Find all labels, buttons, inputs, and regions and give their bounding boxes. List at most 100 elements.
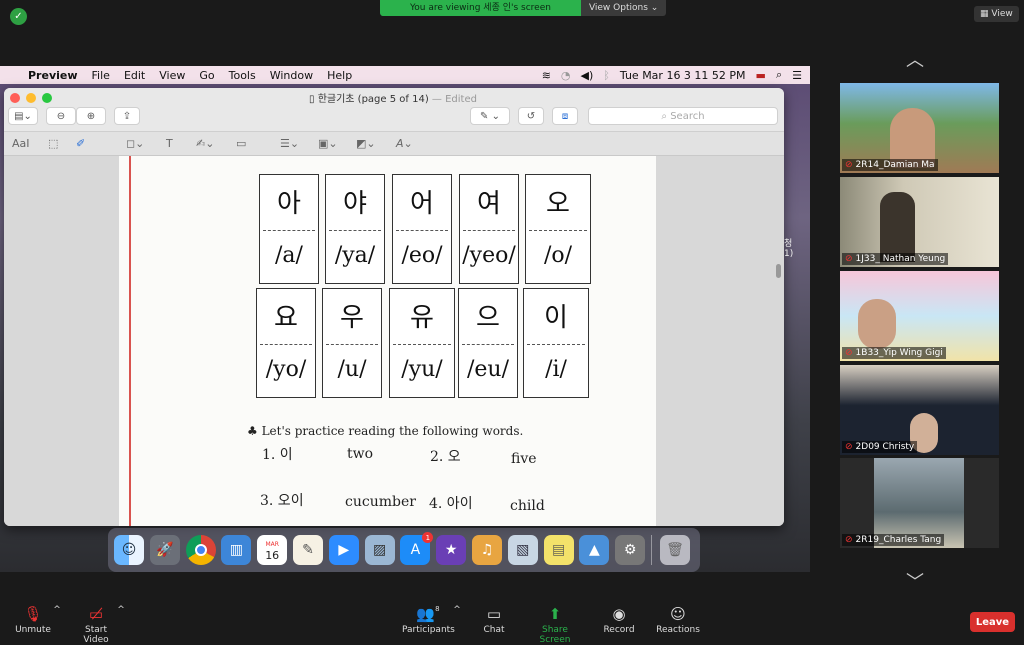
stickies-icon[interactable]: ▤ [543,535,574,565]
sidebar-toggle-button[interactable]: ▤⌄ [8,107,38,125]
finder-icon[interactable]: ☺ [114,535,144,565]
participant-tile[interactable]: ⊘ 2R19_Charles Tang [840,458,999,548]
zoom-in-button[interactable]: ⊕ [76,107,106,125]
share-screen-button[interactable]: ⬆ Share Screen [526,605,584,645]
sign-icon[interactable]: ✍⌄ [196,137,214,150]
shapes-icon[interactable]: ◻⌄ [126,137,144,150]
view-button[interactable]: ▦ View [974,6,1019,22]
text-style-button[interactable]: AaI [12,137,30,150]
markup-pen-button[interactable]: ✎ ⌄ [470,107,510,125]
text-style-icon[interactable]: A⌄ [396,137,413,150]
textedit-icon[interactable]: ✎ [292,535,323,565]
menu-view[interactable]: View [159,69,185,82]
garageband-icon[interactable]: ♫ [471,535,502,565]
practice-word-meaning: five [511,451,537,467]
hangul-char: 여 [477,189,501,219]
participant-name-text: 2R14_Damian Ma [855,160,935,170]
participants-button[interactable]: 👥8 Participants [402,605,455,635]
practice-word-meaning: child [510,498,545,514]
trash-icon[interactable]: 🗑 [659,535,690,565]
minimize-window-button[interactable] [26,93,36,103]
vowel-cell: 오/o/ [525,174,591,284]
muted-mic-icon: ⊘ [845,160,853,170]
leave-button[interactable]: Leave [970,612,1015,632]
bluetooth-icon[interactable]: ᛒ [603,69,610,82]
zoom-bottom-bar: 🎙︎ Unmute ^ ▭̸ Start Video ^ 👥8 Particip… [0,602,1024,645]
wifi-icon[interactable]: ≋ [542,69,551,82]
cell-divider [462,344,514,345]
participant-name: ⊘ 1J33_ Nathan Yeung [842,253,949,265]
cell-divider [463,230,515,231]
start-video-button[interactable]: ▭̸ Start Video [72,605,120,645]
menubar-clock[interactable]: Tue Mar 16 3 11 52 PM [620,69,746,82]
hangul-char: 이 [544,303,568,333]
rotate-button[interactable]: ↺ [518,107,544,125]
romanization: /yeo/ [462,243,516,268]
menu-edit[interactable]: Edit [124,69,145,82]
muted-mic-icon: ⊘ [845,442,853,452]
participant-tile[interactable]: ⊘ 2D09 Christy [840,365,999,455]
preview-app-icon[interactable]: ▨ [364,535,395,565]
participants-chevron-icon[interactable]: ^ [452,605,462,615]
volume-icon[interactable]: ◀) [581,69,594,82]
menu-help[interactable]: Help [327,69,352,82]
reactions-button[interactable]: ☺ Reactions [656,605,700,635]
imovie-icon[interactable]: ★ [436,535,467,565]
search-field[interactable]: ⌕ Search [588,107,778,125]
document-icon: ▯ [309,94,315,105]
vowel-cell: 으/eu/ [458,288,518,398]
view-options-button[interactable]: View Options ⌄ [580,0,667,16]
zoom-app-icon[interactable]: ▶ [328,535,359,565]
close-window-button[interactable] [10,93,20,103]
control-center-icon[interactable]: ☰ [792,69,802,82]
app-store-icon[interactable]: A1 [400,532,434,565]
menu-file[interactable]: File [92,69,110,82]
vowel-cell: 야/ya/ [325,174,385,284]
photos-icon[interactable]: ▧ [507,535,538,565]
romanization: /a/ [275,243,303,268]
video-options-chevron-icon[interactable]: ^ [116,605,126,615]
participant-tile[interactable]: ⊘ 2R14_Damian Ma [840,83,999,173]
text-icon[interactable]: T [166,137,173,150]
record-button[interactable]: ◉ Record [602,605,636,635]
participant-video [858,299,896,349]
gallery-down-arrow-icon[interactable]: ﹀ [906,568,924,594]
participant-tile[interactable]: ⊘ 1J33_ Nathan Yeung [840,177,999,267]
vowel-cell: 이/i/ [523,288,589,398]
shield-icon[interactable]: ✓ [10,8,27,25]
menu-go[interactable]: Go [199,69,214,82]
preview-titlebar: ▯ 한글기초 (page 5 of 14) — Edited ▤⌄ ⊖ ⊕ ⇪ … [4,88,784,132]
document-view[interactable]: 아/a/ 야/ya/ 어/eo/ 여/yeo/ 오/o/ 요/yo/ 우/u/ … [4,156,784,526]
menu-window[interactable]: Window [270,69,313,82]
rect-selection-icon[interactable]: ⬚ [48,137,58,150]
system-preferences-icon[interactable]: ⚙ [615,535,646,565]
search-placeholder: Search [670,110,705,122]
sketch-icon[interactable]: ✐ [76,137,85,150]
zoom-window-button[interactable] [42,93,52,103]
audio-options-chevron-icon[interactable]: ^ [52,605,62,615]
note-icon[interactable]: ▭ [236,137,246,150]
shape-style-icon[interactable]: ☰⌄ [280,137,299,150]
page-margin-line [129,156,131,526]
vertical-scrollbar[interactable] [776,264,781,278]
zoom-out-button[interactable]: ⊖ [46,107,76,125]
calendar-icon[interactable]: MAR 16 [257,535,288,565]
border-color-icon[interactable]: ▣⌄ [318,137,338,150]
participant-tile[interactable]: ⊘ 1B33_Yip Wing Gigi [840,271,999,361]
chrome-icon[interactable] [185,535,216,565]
gallery-up-arrow-icon[interactable]: ︿ [906,46,924,72]
toolbox-button[interactable]: ⧈ [552,107,578,125]
flag-icon[interactable]: ▬ [756,69,766,82]
time-machine-icon[interactable]: ◔ [561,69,571,82]
launchpad-icon[interactable]: 🚀 [149,535,180,565]
spotlight-icon[interactable]: ⌕ [776,68,782,82]
chat-button[interactable]: ▭ Chat [480,605,508,635]
unmute-button[interactable]: 🎙︎ Unmute [14,605,52,635]
files-icon[interactable]: ▥ [221,535,252,565]
menu-app-preview[interactable]: Preview [28,69,78,82]
keynote-icon[interactable]: ▲ [579,535,610,565]
menu-tools[interactable]: Tools [229,69,256,82]
share-button[interactable]: ⇪ [114,107,140,125]
fill-color-icon[interactable]: ◩⌄ [356,137,376,150]
vowel-cell: 여/yeo/ [459,174,519,284]
